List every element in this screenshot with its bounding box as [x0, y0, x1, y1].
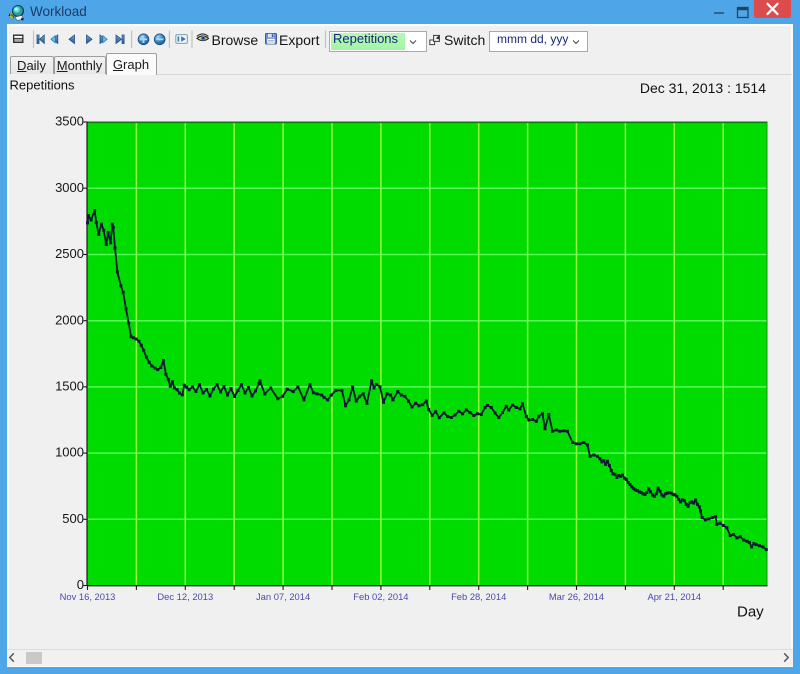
svg-text:Dec 12, 2013: Dec 12, 2013: [157, 591, 213, 602]
svg-text:Nov 16, 2013: Nov 16, 2013: [60, 591, 116, 602]
svg-text:0: 0: [77, 577, 84, 592]
svg-text:Apr 21, 2014: Apr 21, 2014: [647, 591, 701, 602]
svg-text:Day: Day: [737, 604, 764, 621]
svg-text:3500: 3500: [55, 114, 84, 129]
svg-text:500: 500: [62, 511, 84, 526]
svg-text:Dec 31, 2013 : 1514: Dec 31, 2013 : 1514: [640, 80, 766, 96]
svg-text:2000: 2000: [55, 312, 84, 327]
svg-text:Jan 07, 2014: Jan 07, 2014: [256, 591, 310, 602]
svg-text:3000: 3000: [55, 180, 84, 195]
svg-text:1000: 1000: [55, 445, 84, 460]
svg-text:Mar 26, 2014: Mar 26, 2014: [549, 591, 604, 602]
svg-text:2500: 2500: [55, 246, 84, 261]
svg-text:Repetitions: Repetitions: [10, 78, 76, 93]
svg-text:Feb 02, 2014: Feb 02, 2014: [353, 591, 408, 602]
svg-text:Feb 28, 2014: Feb 28, 2014: [451, 591, 506, 602]
svg-text:1500: 1500: [55, 379, 84, 394]
